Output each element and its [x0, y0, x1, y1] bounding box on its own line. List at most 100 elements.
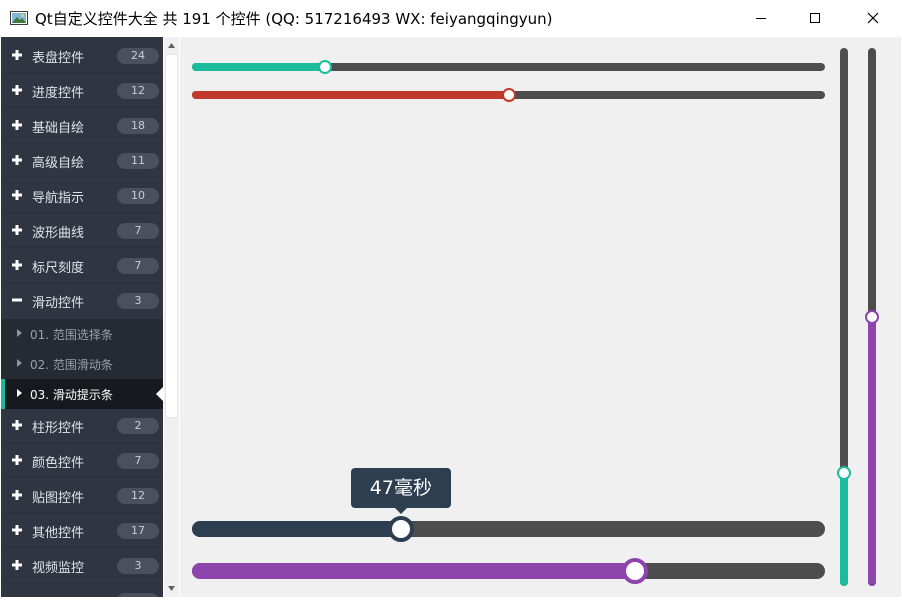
sidebar-item-label: 高级自绘 [32, 156, 85, 171]
teal-horizontal-slider[interactable] [192, 63, 825, 71]
main-panel: 47毫秒 [180, 37, 901, 597]
sidebar-subitem-label: 02. 范围滑动条 [30, 358, 113, 372]
count-badge: 3 [117, 558, 159, 574]
slider-fill [192, 63, 325, 71]
plus-icon [12, 225, 22, 235]
sidebar-item-label: 滑动控件 [32, 296, 85, 311]
sidebar-item-progress[interactable]: 进度控件 12 [1, 73, 163, 108]
tooltip-horizontal-slider[interactable] [192, 521, 825, 537]
count-badge: 10 [117, 188, 159, 204]
sidebar-subitem-label: 01. 范围选择条 [30, 328, 113, 342]
purple-horizontal-slider[interactable] [192, 563, 825, 579]
arrow-down-icon [168, 586, 175, 591]
sidebar-subitem-range-select[interactable]: 01. 范围选择条 [1, 319, 163, 349]
sidebar-item-other[interactable]: 其他控件 17 [1, 513, 163, 548]
count-badge: 7 [117, 223, 159, 239]
count-badge: 7 [117, 258, 159, 274]
slider-fill [840, 473, 848, 586]
minus-icon [12, 298, 22, 302]
app-picture-icon [10, 11, 28, 25]
sidebar-item-label: 基础自绘 [32, 121, 85, 136]
title-bar: Qt自定义控件大全 共 191 个控件 (QQ: 517216493 WX: f… [0, 0, 902, 36]
sidebar-item-ruler[interactable]: 标尺刻度 7 [1, 248, 163, 283]
slider-handle[interactable] [317, 60, 332, 74]
sidebar-item-bar[interactable]: 柱形控件 2 [1, 408, 163, 443]
minimize-icon [756, 18, 766, 19]
maximize-icon [810, 13, 820, 23]
sidebar-item-navigation[interactable]: 导航指示 10 [1, 178, 163, 213]
slider-handle[interactable] [622, 558, 649, 584]
sidebar-item-partial[interactable] [1, 583, 163, 597]
plus-icon [12, 560, 22, 570]
sidebar-subitem-label: 03. 滑动提示条 [30, 388, 113, 402]
sidebar-subitem-range-slider[interactable]: 02. 范围滑动条 [1, 349, 163, 379]
slider-handle[interactable] [501, 88, 516, 102]
maximize-button[interactable] [792, 0, 838, 36]
active-indicator [1, 379, 5, 409]
plus-icon [12, 420, 22, 430]
scroll-up-button[interactable] [164, 37, 179, 54]
sidebar-item-label: 视频监控 [32, 561, 85, 576]
active-notch-icon [156, 387, 163, 401]
slider-fill [192, 91, 509, 99]
sidebar-item-label: 导航指示 [32, 191, 85, 206]
sidebar-item-dial[interactable]: 表盘控件 24 [1, 38, 163, 73]
sidebar-item-basic-paint[interactable]: 基础自绘 18 [1, 108, 163, 143]
plus-icon [12, 85, 22, 95]
sidebar-item-slider[interactable]: 滑动控件 3 [1, 283, 163, 318]
sidebar-sublist: 01. 范围选择条 02. 范围滑动条 03. 滑动提示条 [1, 319, 163, 409]
slider-fill [192, 563, 636, 579]
sidebar-item-label: 进度控件 [32, 86, 85, 101]
plus-icon [12, 490, 22, 500]
caret-right-icon [17, 329, 22, 337]
slider-fill [192, 521, 401, 537]
sidebar-item-label: 其他控件 [32, 526, 85, 541]
arrow-up-icon [168, 43, 175, 48]
slider-handle[interactable] [837, 466, 851, 481]
plus-icon [12, 190, 22, 200]
plus-icon [12, 155, 22, 165]
count-badge: 17 [117, 523, 159, 539]
tooltip-arrow [394, 508, 407, 514]
sidebar-item-waveform[interactable]: 波形曲线 7 [1, 213, 163, 248]
scroll-thumb[interactable] [165, 54, 178, 418]
close-icon [867, 12, 879, 24]
count-badge: 11 [117, 153, 159, 169]
sidebar: 表盘控件 24 进度控件 12 基础自绘 18 高级自绘 11 导航指示 10 … [1, 37, 163, 597]
teal-vertical-slider[interactable] [840, 48, 848, 586]
count-badge: 12 [117, 488, 159, 504]
sidebar-item-label: 贴图控件 [32, 491, 85, 506]
sidebar-item-video[interactable]: 视频监控 3 [1, 548, 163, 583]
sidebar-item-label: 波形曲线 [32, 226, 85, 241]
count-badge: 12 [117, 83, 159, 99]
sidebar-item-color[interactable]: 颜色控件 7 [1, 443, 163, 478]
caret-right-icon [17, 389, 22, 397]
slider-handle[interactable] [387, 516, 414, 542]
plus-icon [12, 525, 22, 535]
count-badge [117, 593, 159, 597]
count-badge: 2 [117, 418, 159, 434]
scroll-down-button[interactable] [164, 580, 179, 597]
plus-icon [12, 260, 22, 270]
slider-fill [868, 317, 876, 586]
sidebar-item-label: 表盘控件 [32, 51, 85, 66]
close-button[interactable] [850, 0, 896, 36]
sidebar-scrollbar[interactable] [164, 37, 179, 597]
window-title: Qt自定义控件大全 共 191 个控件 (QQ: 517216493 WX: f… [35, 10, 553, 28]
count-badge: 24 [117, 48, 159, 64]
value-tooltip: 47毫秒 [350, 468, 451, 508]
count-badge: 18 [117, 118, 159, 134]
minimize-button[interactable] [738, 0, 784, 36]
slider-handle[interactable] [865, 310, 879, 324]
plus-icon [12, 120, 22, 130]
count-badge: 7 [117, 453, 159, 469]
plus-icon [12, 50, 22, 60]
sidebar-item-advanced-paint[interactable]: 高级自绘 11 [1, 143, 163, 178]
sidebar-item-label: 柱形控件 [32, 421, 85, 436]
sidebar-item-label: 标尺刻度 [32, 261, 85, 276]
sidebar-item-texture[interactable]: 贴图控件 12 [1, 478, 163, 513]
plus-icon [12, 455, 22, 465]
caret-right-icon [17, 359, 22, 367]
sidebar-subitem-slider-tip[interactable]: 03. 滑动提示条 [1, 379, 163, 409]
sidebar-item-label: 颜色控件 [32, 456, 85, 471]
